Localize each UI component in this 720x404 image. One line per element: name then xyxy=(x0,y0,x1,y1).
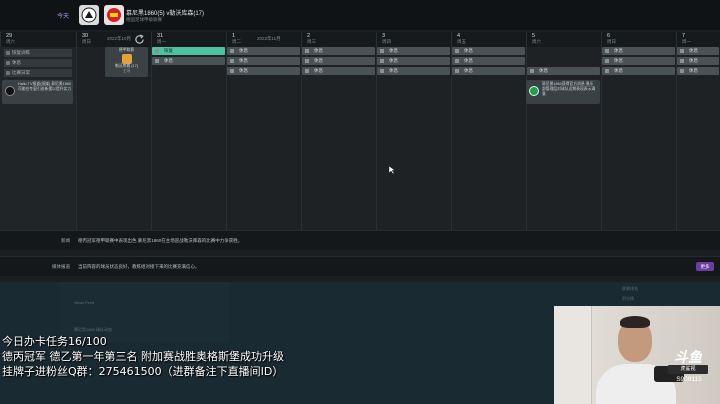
overlay-line-group: 挂牌子进粉丝Q群：275461500（进群备注下直播间ID） xyxy=(2,365,284,378)
match-card[interactable]: 德甲联赛 勒沃库森 (17) 主场 xyxy=(105,47,148,77)
news-text: 德丙冠军德甲联赛中表现出色 慕尼黑1860在主场迎战勒沃库森的比赛中力争获胜。 xyxy=(78,238,243,243)
training-slot[interactable]: 休息 xyxy=(527,67,600,75)
training-slot[interactable]: 休息 xyxy=(602,57,675,65)
month-label: 2022年10月 xyxy=(107,36,132,41)
team-badge-icon xyxy=(121,54,132,64)
day-header[interactable]: 7 周一 xyxy=(676,32,720,47)
training-slot-selected[interactable]: 恢复 xyxy=(152,47,225,55)
day-header[interactable]: 4 周五 xyxy=(451,32,526,47)
notice-row[interactable]: 媒体报道 当前阵容的球员状态良好，教练组对接下来的比赛充满信心。 更多 xyxy=(0,256,720,276)
overlay-line-task: 今日办卡任务16/100 xyxy=(2,335,107,348)
training-slot[interactable]: 休息 xyxy=(677,57,719,65)
training-slot[interactable]: 休息 xyxy=(227,57,300,65)
team-leverkusen-crest-icon xyxy=(104,5,124,25)
day-header[interactable]: 6 周日 xyxy=(601,32,676,47)
day-header[interactable]: 2 周三 xyxy=(301,32,376,47)
notice-label: 媒体报道 xyxy=(52,264,70,269)
match-competition: 德国足球甲级联赛 xyxy=(126,17,162,22)
schedule-item[interactable]: 休息 xyxy=(4,59,72,67)
day-header[interactable]: 5 周六 xyxy=(526,32,601,47)
today-button[interactable]: 今天 xyxy=(57,11,69,20)
training-slot[interactable]: 休息 xyxy=(302,67,375,75)
day-header[interactable]: 1 周二 2022年11月 xyxy=(226,32,301,47)
news-card[interactable]: 慕尼黑1860获得官方消息 俱乐部管理层对球队近期表现表示满意 xyxy=(526,80,600,104)
training-slot[interactable]: 休息 xyxy=(302,57,375,65)
news-card[interactable]: Hallo TV报道(纸媒) 慕尼黑1860可能在冬窗引进新援以提升实力 xyxy=(2,80,73,104)
team-1860-crest-icon xyxy=(79,5,99,25)
training-icon xyxy=(6,51,10,55)
training-slot[interactable]: 休息 xyxy=(152,57,225,65)
refresh-icon[interactable] xyxy=(134,34,145,45)
match-title[interactable]: 慕尼黑1860(5) v勒沃库森(17) xyxy=(126,8,204,17)
avatar xyxy=(529,86,539,96)
match-icon xyxy=(6,71,10,75)
training-slot[interactable]: 休息 xyxy=(452,47,525,55)
month-label: 2022年11月 xyxy=(257,36,281,41)
day-header[interactable]: 31 周一 xyxy=(151,32,226,47)
top-bar: 今天 慕尼黑1860(5) v勒沃库森(17) 德国足球甲级联赛 xyxy=(0,0,720,30)
training-slot[interactable]: 休息 xyxy=(227,47,300,55)
training-slot[interactable]: 休息 xyxy=(602,67,675,75)
schedule-item[interactable]: 比赛日常 xyxy=(4,69,72,77)
overlay-line-record: 德丙冠军 德乙第一年第三名 附加赛战胜奥格斯堡成功升级 xyxy=(2,350,284,363)
training-slot[interactable]: 休息 xyxy=(452,57,525,65)
training-slot[interactable]: 休息 xyxy=(452,67,525,75)
calendar-header: 29 周六 30 周日 2022年10月 31 周一 1 周二 2022年11月 2 周三 3… xyxy=(0,32,720,47)
training-slot[interactable]: 休息 xyxy=(377,57,450,65)
more-button[interactable]: 更多 xyxy=(696,262,714,271)
news-label: 新闻 xyxy=(61,238,70,243)
training-slot[interactable]: 休息 xyxy=(602,47,675,55)
day-header[interactable]: 29 周六 xyxy=(0,32,76,47)
training-slot[interactable]: 休息 xyxy=(677,47,719,55)
training-slot[interactable]: 休息 xyxy=(227,67,300,75)
training-slot[interactable]: 休息 xyxy=(377,47,450,55)
game-screen: 今天 慕尼黑1860(5) v勒沃库森(17) 德国足球甲级联赛 29 周六 30… xyxy=(0,0,720,404)
room-id: S909115 xyxy=(676,376,702,383)
training-slot[interactable]: 休息 xyxy=(677,67,719,75)
news-row[interactable]: 新闻 德丙冠军德甲联赛中表现出色 慕尼黑1860在主场迎战勒沃库森的比赛中力争获… xyxy=(0,230,720,250)
avatar xyxy=(5,86,15,96)
notice-text: 当前阵容的球员状态良好，教练组对接下来的比赛充满信心。 xyxy=(78,264,200,269)
douyu-logo: 斗鱼 虎鲨视 S909115 xyxy=(660,347,716,391)
training-slot[interactable]: 休息 xyxy=(377,67,450,75)
day-column[interactable] xyxy=(151,47,226,230)
day-header[interactable]: 3 周四 xyxy=(376,32,451,47)
schedule-item[interactable]: 恢复训练 xyxy=(4,49,72,57)
training-slot[interactable]: 休息 xyxy=(302,47,375,55)
rest-icon xyxy=(6,61,10,65)
day-29-panel: 恢复训练 休息 比赛日常 xyxy=(0,47,76,230)
mouse-cursor-icon xyxy=(389,166,395,174)
